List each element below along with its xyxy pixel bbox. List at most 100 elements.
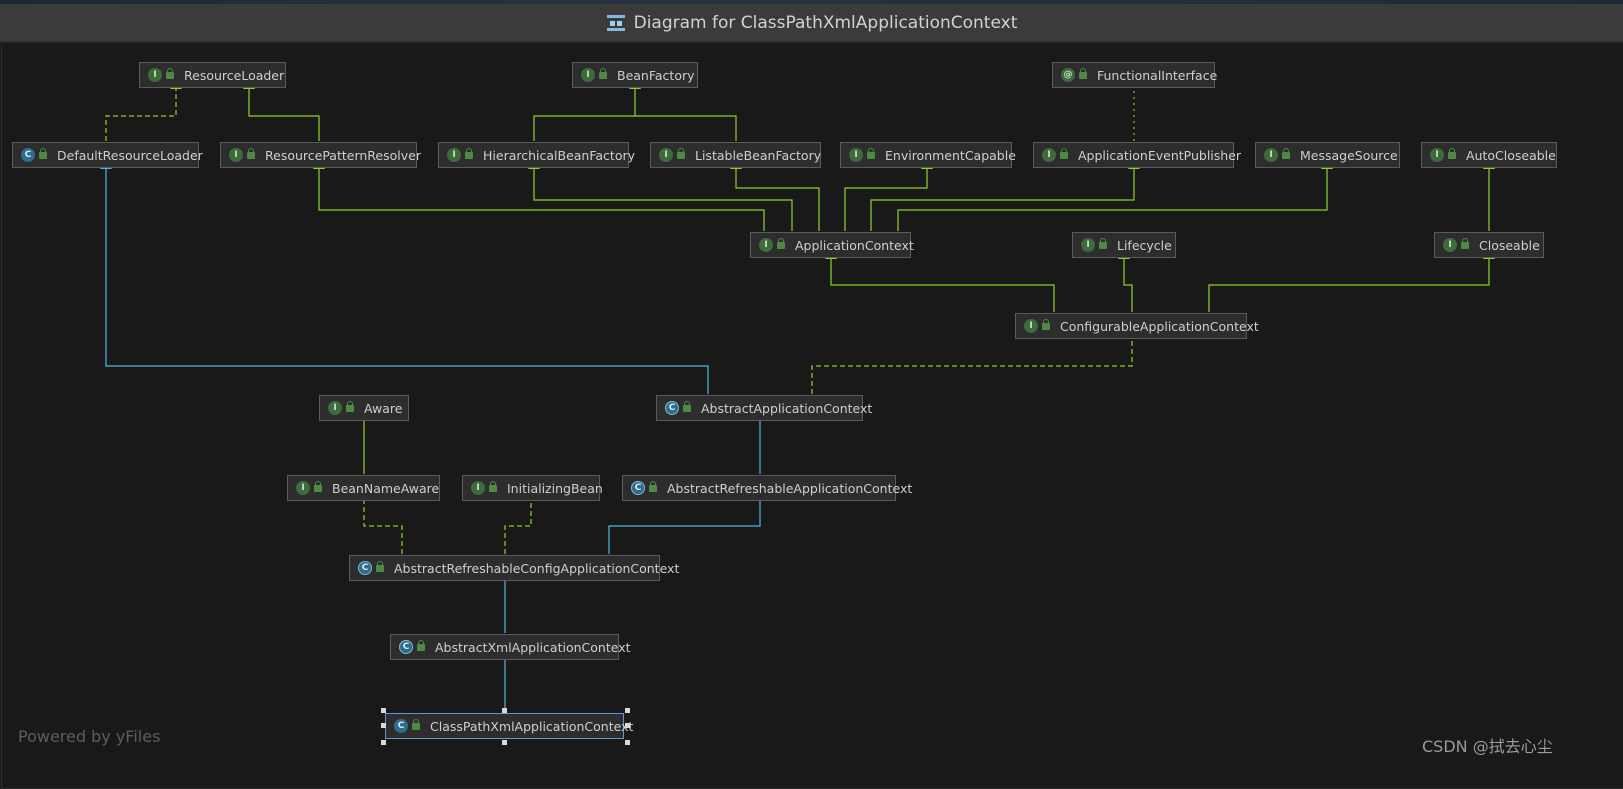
node-label: AbstractRefreshableConfigApplicationCont… — [394, 560, 680, 576]
interface-icon: I — [471, 481, 485, 495]
node-aware[interactable]: I Aware — [319, 395, 409, 421]
resize-handle-right[interactable] — [625, 723, 630, 728]
node-label: HierarchicalBeanFactory — [483, 147, 636, 163]
diagram-title: Diagram for ClassPathXmlApplicationConte… — [633, 12, 1018, 33]
edge-listable-beanfactory — [635, 115, 737, 141]
node-environmentcapable[interactable]: I EnvironmentCapable — [840, 142, 1016, 168]
public-lock-icon — [39, 147, 47, 159]
resize-handle-bottom[interactable] — [502, 740, 507, 745]
node-label: AbstractApplicationContext — [701, 400, 873, 416]
edge-defaultresourceloader-resourceloader — [105, 78, 182, 141]
node-label: BeanFactory — [617, 67, 695, 83]
edge-appcontext-hierarchical — [528, 158, 793, 231]
interface-icon: I — [1264, 148, 1278, 162]
node-abstractrefreshableapplicationcontext[interactable]: C AbstractRefreshableApplicationContext — [622, 475, 912, 501]
node-messagesource[interactable]: I MessageSource — [1255, 142, 1400, 168]
node-abstractrefreshableconfigapplicationcontext[interactable]: C AbstractRefreshableConfigApplicationCo… — [349, 555, 679, 581]
powered-by-label: Powered by yFiles — [18, 727, 161, 746]
node-label: AbstractXmlApplicationContext — [435, 639, 631, 655]
node-applicationcontext[interactable]: I ApplicationContext — [750, 232, 914, 258]
abstract-class-icon: C — [399, 640, 413, 654]
public-lock-icon — [599, 67, 607, 79]
node-hierarchicalbeanfactory[interactable]: I HierarchicalBeanFactory — [438, 142, 635, 168]
interface-icon: I — [849, 148, 863, 162]
edge-configurable-appcontext — [825, 248, 1055, 312]
edge-refreshableconfig-initializingbean — [504, 489, 537, 554]
resize-handle-top-left[interactable] — [381, 708, 386, 713]
node-initializingbean[interactable]: I InitializingBean — [462, 475, 603, 501]
resize-handle-top-right[interactable] — [625, 708, 630, 713]
edge-abstractappcontext-configurable — [811, 328, 1138, 394]
node-label: Aware — [364, 400, 403, 416]
node-resourceloader[interactable]: I ResourceLoader — [139, 62, 286, 88]
class-icon: C — [21, 148, 35, 162]
abstract-class-icon: C — [631, 481, 645, 495]
node-abstractxmlapplicationcontext[interactable]: C AbstractXmlApplicationContext — [390, 634, 631, 660]
node-label: EnvironmentCapable — [885, 147, 1016, 163]
edge-hierarchical-beanfactory — [533, 78, 641, 141]
resize-handle-left[interactable] — [381, 723, 386, 728]
public-lock-icon — [314, 480, 322, 492]
node-label: ApplicationEventPublisher — [1078, 147, 1242, 163]
node-closeable[interactable]: I Closeable — [1434, 232, 1544, 258]
node-label: ClassPathXmlApplicationContext — [430, 718, 634, 734]
edge-appcontext-eventpublisher — [870, 158, 1140, 231]
diagram-icon — [606, 14, 625, 31]
diagram-title-bar: Diagram for ClassPathXmlApplicationConte… — [0, 4, 1623, 42]
node-lifecycle[interactable]: I Lifecycle — [1072, 232, 1176, 258]
edge-configurable-closeable — [1208, 248, 1495, 312]
resize-handle-bottom-left[interactable] — [381, 740, 386, 745]
watermark-text: CSDN @拭去心尘 — [1422, 737, 1553, 756]
public-lock-icon — [683, 400, 691, 412]
public-lock-icon — [1099, 237, 1107, 249]
public-lock-icon — [1448, 147, 1456, 159]
public-lock-icon — [412, 718, 420, 730]
interface-icon: I — [328, 401, 342, 415]
annotation-icon: @ — [1061, 68, 1075, 82]
node-label: Closeable — [1479, 237, 1540, 253]
public-lock-icon — [1042, 318, 1050, 330]
node-label: ResourceLoader — [184, 67, 285, 83]
resize-handle-top[interactable] — [502, 708, 507, 713]
interface-icon: I — [581, 68, 595, 82]
public-lock-icon — [376, 560, 384, 572]
abstract-class-icon: C — [358, 561, 372, 575]
node-beannameaware[interactable]: I BeanNameAware — [287, 475, 440, 501]
edge-resourcepatternresolver-resourceloader — [243, 78, 320, 141]
node-label: AbstractRefreshableApplicationContext — [667, 480, 913, 496]
node-label: BeanNameAware — [332, 480, 440, 496]
resize-handle-bottom-right[interactable] — [625, 740, 630, 745]
node-label: Lifecycle — [1117, 237, 1172, 253]
class-icon: C — [394, 719, 408, 733]
interface-icon: I — [1443, 238, 1457, 252]
node-label: ListableBeanFactory — [695, 147, 822, 163]
edge-configurable-lifecycle — [1118, 248, 1133, 312]
public-lock-icon — [1461, 237, 1469, 249]
interface-icon: I — [296, 481, 310, 495]
public-lock-icon — [465, 147, 473, 159]
public-lock-icon — [777, 237, 785, 249]
node-label: InitializingBean — [507, 480, 603, 496]
node-applicationeventpublisher[interactable]: I ApplicationEventPublisher — [1033, 142, 1241, 168]
node-configurableapplicationcontext[interactable]: I ConfigurableApplicationContext — [1015, 313, 1259, 339]
node-beanfactory[interactable]: I BeanFactory — [572, 62, 698, 88]
node-label: ResourcePatternResolver — [265, 147, 421, 163]
diagram-canvas[interactable]: I ResourceLoader I BeanFactory @ Functio… — [1, 42, 1623, 789]
public-lock-icon — [649, 480, 657, 492]
node-classpathxmlapplicationcontext[interactable]: C ClassPathXmlApplicationContext — [385, 713, 633, 739]
node-abstractapplicationcontext[interactable]: C AbstractApplicationContext — [656, 395, 872, 421]
public-lock-icon — [867, 147, 875, 159]
abstract-class-icon: C — [665, 401, 679, 415]
public-lock-icon — [1079, 67, 1087, 79]
node-resourcepatternresolver[interactable]: I ResourcePatternResolver — [220, 142, 421, 168]
public-lock-icon — [489, 480, 497, 492]
edge-refreshableconfig-beannameaware — [358, 489, 403, 554]
node-defaultresourceloader[interactable]: C DefaultResourceLoader — [12, 142, 203, 168]
node-label: ApplicationContext — [795, 237, 914, 253]
interface-icon: I — [1430, 148, 1444, 162]
public-lock-icon — [166, 67, 174, 79]
edge-refreshableconfig-refreshable — [608, 489, 766, 554]
node-functionalinterface[interactable]: @ FunctionalInterface — [1052, 62, 1217, 88]
node-listablebeanfactory[interactable]: I ListableBeanFactory — [650, 142, 821, 168]
node-autocloseable[interactable]: I AutoCloseable — [1421, 142, 1557, 168]
